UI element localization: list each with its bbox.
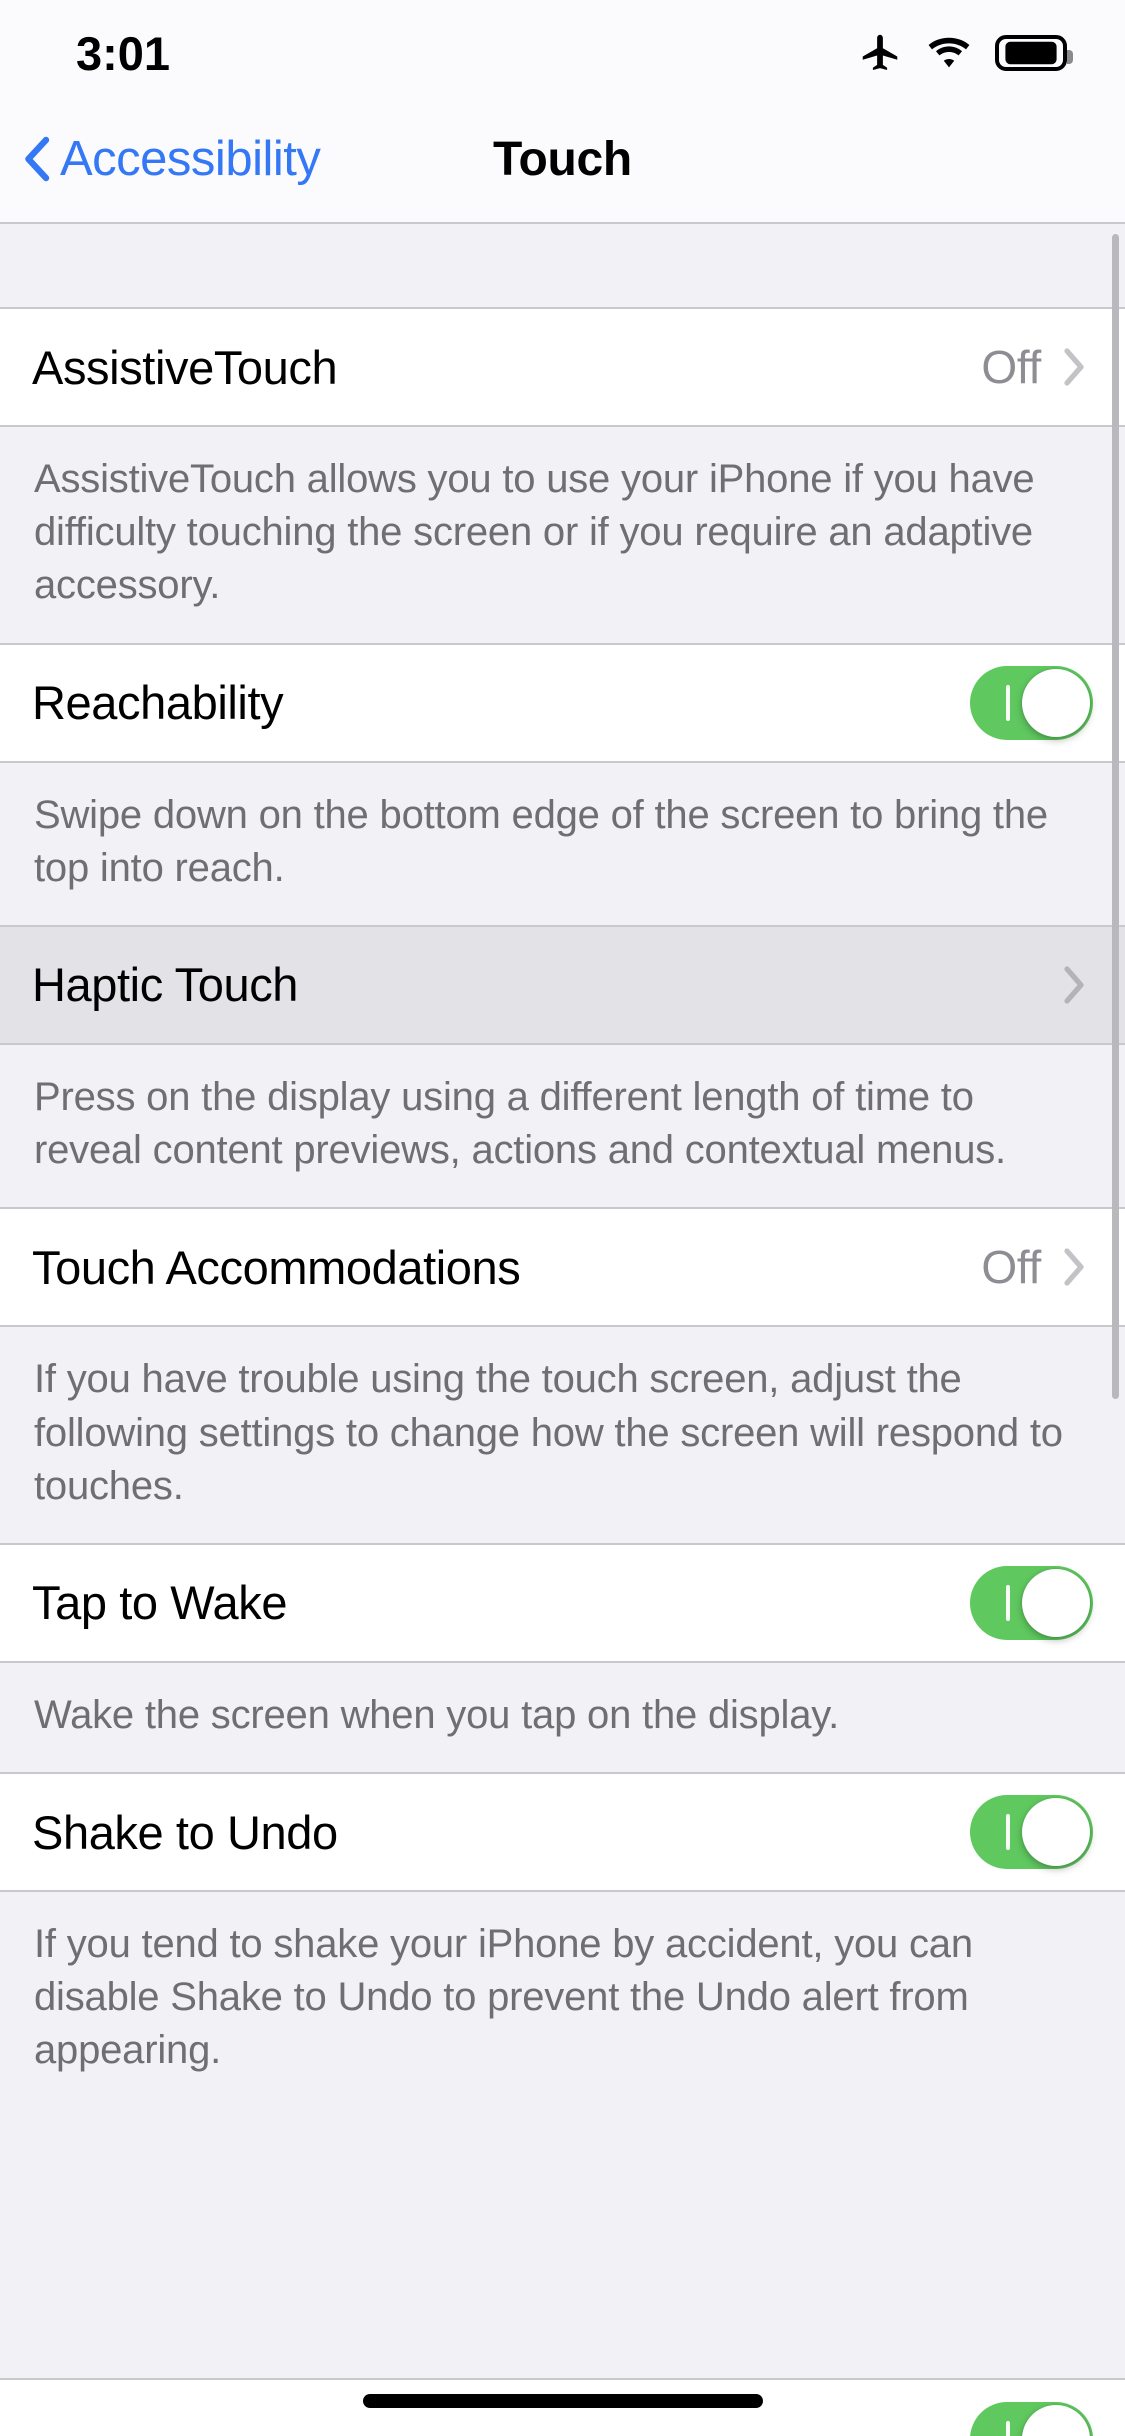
footer-text: If you have trouble using the touch scre…: [34, 1357, 1063, 1508]
footer-text: Wake the screen when you tap on the disp…: [34, 1692, 840, 1737]
back-button-label: Accessibility: [60, 131, 321, 186]
row-label: Touch Accommodations: [32, 1240, 521, 1294]
row-value: Off: [981, 341, 1041, 393]
battery-fill: [1005, 41, 1057, 65]
reachability-toggle[interactable]: [970, 665, 1093, 740]
row-reachability[interactable]: Reachability: [0, 644, 1125, 763]
row-accessory: [970, 1565, 1093, 1640]
row-accessory: Off: [981, 340, 1093, 394]
chevron-right-icon: [1063, 1247, 1085, 1287]
wifi-icon: [925, 35, 973, 71]
navigation-bar: Accessibility Touch: [0, 96, 1125, 224]
status-time: 3:01: [76, 26, 171, 80]
row-label: Shake to Undo: [32, 1805, 338, 1859]
toggle-knob: [1022, 1798, 1090, 1867]
footer-haptic-touch: Press on the display using a different l…: [0, 1044, 1125, 1210]
toggle-knob: [1022, 668, 1090, 737]
footer-text: If you tend to shake your iPhone by acci…: [34, 1922, 973, 2073]
footer-text: AssistiveTouch allows you to use your iP…: [34, 457, 1035, 608]
row-label: AssistiveTouch: [32, 340, 338, 394]
airplane-mode-icon: [857, 30, 903, 76]
row-haptic-touch[interactable]: Haptic Touch: [0, 926, 1125, 1045]
home-indicator-bar[interactable]: [362, 2394, 763, 2408]
row-shake-to-undo[interactable]: Shake to Undo: [0, 1774, 1125, 1893]
chevron-right-icon: [1063, 965, 1085, 1005]
chevron-left-icon: [24, 136, 50, 182]
footer-reachability: Swipe down on the bottom edge of the scr…: [0, 762, 1125, 927]
row-assistivetouch[interactable]: AssistiveTouch Off: [0, 309, 1125, 427]
footer-text: Swipe down on the bottom edge of the scr…: [34, 792, 1048, 890]
row-accessory: [970, 1795, 1093, 1870]
footer-assistivetouch: AssistiveTouch allows you to use your iP…: [0, 427, 1125, 645]
footer-shake-to-undo: If you tend to shake your iPhone by acci…: [0, 1892, 1125, 2108]
settings-list[interactable]: AssistiveTouch Off AssistiveTouch allows…: [0, 224, 1125, 2436]
toggle-knob: [1022, 2405, 1090, 2436]
status-icons: [857, 20, 1073, 76]
battery-icon: [995, 35, 1073, 71]
footer-tap-to-wake: Wake the screen when you tap on the disp…: [0, 1662, 1125, 1775]
toggle-on-indicator: [1006, 684, 1010, 721]
row-accessory: [1041, 965, 1093, 1005]
row-touch-accommodations[interactable]: Touch Accommodations Off: [0, 1209, 1125, 1328]
status-bar: 3:01: [0, 0, 1125, 96]
shake-to-undo-toggle[interactable]: [970, 1795, 1093, 1870]
row-value: Off: [981, 1241, 1041, 1294]
iphone-screen: 3:01 Accessibility Touch AssistiveTouch …: [0, 0, 1125, 2436]
row-label: Reachability: [32, 676, 284, 730]
partial-row-toggle[interactable]: [970, 2402, 1093, 2436]
row-label: Haptic Touch: [32, 958, 299, 1012]
row-accessory: [970, 665, 1093, 740]
toggle-knob: [1022, 1568, 1090, 1637]
toggle-on-indicator: [1006, 2421, 1010, 2436]
list-top-spacer: [0, 224, 1125, 309]
toggle-on-indicator: [1006, 1814, 1010, 1851]
footer-touch-accommodations: If you have trouble using the touch scre…: [0, 1327, 1125, 1545]
row-accessory: Off: [981, 1240, 1093, 1294]
tap-to-wake-toggle[interactable]: [970, 1565, 1093, 1640]
scrollbar-indicator[interactable]: [1112, 234, 1119, 1399]
row-label: Tap to Wake: [32, 1576, 288, 1630]
footer-text: Press on the display using a different l…: [34, 1074, 1006, 1173]
toggle-on-indicator: [1006, 1584, 1010, 1621]
chevron-right-icon: [1063, 347, 1085, 387]
back-button[interactable]: Accessibility: [0, 131, 321, 186]
row-tap-to-wake[interactable]: Tap to Wake: [0, 1544, 1125, 1663]
